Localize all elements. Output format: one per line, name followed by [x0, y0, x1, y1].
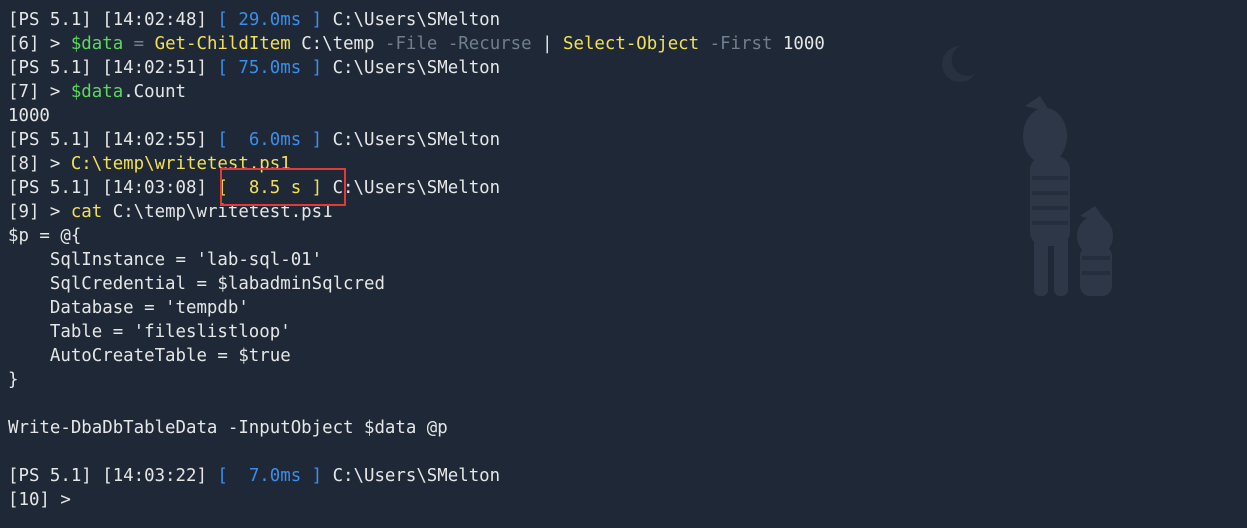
terminal-text-segment: 1000 [772, 34, 825, 54]
terminal-line: AutoCreateTable = $true [8, 344, 1247, 368]
terminal-text-segment: [10] > [8, 490, 82, 510]
terminal-text-segment: [ 75.0ms ] [217, 58, 323, 78]
terminal-text-segment: $p = @{ [8, 226, 82, 246]
terminal-text-segment: SqlCredential = $labadminSqlcred [8, 274, 385, 294]
terminal-text-segment: .Count [123, 82, 187, 102]
terminal-text-segment: cat [70, 202, 103, 222]
terminal-text-segment: [9] > [8, 202, 71, 222]
terminal-text-segment: Database = 'tempdb' [8, 298, 249, 318]
terminal-text-segment: [PS 5.1] [14:03:22] [8, 466, 218, 486]
terminal-line: Table = 'fileslistloop' [8, 320, 1247, 344]
terminal-text-segment: [ 6.0ms ] [217, 130, 323, 150]
terminal-line: [PS 5.1] [14:02:48] [ 29.0ms ] C:\Users\… [8, 8, 1247, 32]
terminal-text-segment: C:\Users\SMelton [322, 58, 501, 78]
terminal-text-segment: [ 7.0ms ] [217, 466, 323, 486]
crescent-moon-icon [942, 46, 975, 82]
terminal-text-segment: AutoCreateTable = $true [8, 346, 291, 366]
terminal-text-segment: [PS 5.1] [14:02:51] [8, 58, 218, 78]
terminal-text-segment: [ 29.0ms ] [217, 10, 323, 30]
terminal-text-segment: [PS 5.1] [14:02:48] [8, 10, 218, 30]
terminal-line: } [8, 368, 1247, 392]
terminal-text-segment: $data [70, 34, 124, 54]
terminal-text-segment: Get-ChildItem [154, 34, 291, 54]
terminal-text-segment: [PS 5.1] [14:03:08] [8, 178, 218, 198]
terminal-text-segment: Select-Object [563, 34, 700, 54]
terminal-text-segment: = [123, 34, 155, 54]
terminal-text-segment: C:\Users\SMelton [322, 10, 501, 30]
terminal-text-segment: Write-DbaDbTableData -InputObject $data … [8, 418, 448, 438]
terminal-text-segment: C:\temp [290, 34, 385, 54]
terminal-text-segment: [7] > [8, 82, 71, 102]
terminal-text-segment: 1000 [8, 106, 50, 126]
calvin-and-hobbes-silhouette [1023, 96, 1113, 296]
terminal-text-segment: C:\Users\SMelton [322, 130, 501, 150]
terminal-text-segment: [PS 5.1] [14:02:55] [8, 130, 218, 150]
terminal-text-segment: } [8, 370, 19, 390]
terminal-text-segment: C:\Users\SMelton [322, 178, 501, 198]
terminal-line: Write-DbaDbTableData -InputObject $data … [8, 416, 1247, 440]
terminal-text-segment: | [531, 34, 563, 54]
terminal-text-segment: Table = 'fileslistloop' [8, 322, 291, 342]
terminal-text-segment: -First [709, 34, 773, 54]
terminal-text-segment: [8] > [8, 154, 71, 174]
terminal-text-segment: $data [70, 82, 124, 102]
terminal-window[interactable]: [PS 5.1] [14:02:48] [ 29.0ms ] C:\Users\… [0, 0, 1247, 528]
terminal-text-segment: -Recurse [447, 34, 532, 54]
terminal-text-segment: C:\Users\SMelton [322, 466, 501, 486]
background-art [942, 46, 1113, 296]
terminal-text-segment: [6] > [8, 34, 71, 54]
terminal-text-segment: SqlInstance = 'lab-sql-01' [8, 250, 323, 270]
terminal-text-segment: -File [384, 34, 438, 54]
terminal-line: [10] > [8, 488, 1247, 512]
timing-highlight-box [220, 168, 346, 206]
terminal-line: [PS 5.1] [14:03:22] [ 7.0ms ] C:\Users\S… [8, 464, 1247, 488]
